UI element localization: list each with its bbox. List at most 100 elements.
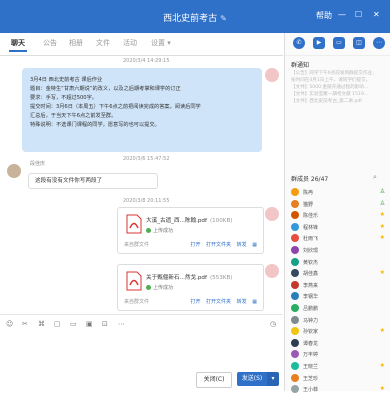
member-item[interactable]: 马钟力 — [291, 315, 387, 326]
group-notice-title: 群通知 — [291, 62, 310, 69]
notice-line: 按时间在4月1日上午。请同学们提交。 — [291, 78, 371, 83]
send-button[interactable]: 发送(S) — [237, 372, 267, 386]
app-icon[interactable]: ◫ — [353, 37, 365, 49]
open-link[interactable]: 打开 — [190, 299, 200, 305]
more-icon[interactable]: ⋯ — [118, 320, 128, 329]
member-item[interactable]: 王小菲 ★ — [291, 384, 387, 395]
member-item[interactable]: 吕鹏鹏 — [291, 303, 387, 314]
tools-icon[interactable]: ⊡ — [102, 320, 112, 329]
timestamp: 2020/3/6 15:47:52 — [123, 156, 170, 162]
maximize-icon[interactable]: ☐ — [355, 10, 362, 19]
input-toolbar: ☺ ✂ ⌘ ▢ ▭ ▣ ⊡ ⋯ ◷ — [0, 314, 283, 335]
message-input[interactable]: 关闭(C) 发送(S) ▾ — [0, 335, 283, 391]
file-actions: 打开 打开文件夹 转发 ▦ — [186, 241, 257, 248]
member-name: 陈冉 — [303, 190, 314, 196]
group-notice[interactable]: 【公告】同学下午6点前发到群提交作业， 按时间在4月1日上午。请同学们提交。 【… — [291, 70, 387, 105]
forward-link[interactable]: 转发 — [237, 299, 247, 305]
chat-area[interactable]: 2020/3/4 14:29:15 3月4日 西北史前考古 课后作业 题目：金特… — [0, 56, 283, 314]
member-name: 李燕来 — [303, 282, 319, 289]
avatar[interactable] — [265, 264, 279, 278]
members-title: 群成员 26/47 — [291, 176, 329, 183]
avatar — [291, 257, 299, 266]
more-icon[interactable]: ▦ — [252, 299, 257, 305]
tab-settings[interactable]: 设置 ▾ — [151, 38, 171, 48]
file-name: 关于甄偃新石...然戈.pdf (553KB) — [146, 275, 233, 281]
avatar — [291, 304, 299, 312]
avatar — [291, 211, 299, 220]
tab-announcement[interactable]: 公告 — [43, 38, 57, 48]
member-item[interactable]: 李燕来 — [291, 280, 387, 291]
star-icon: ★ — [379, 211, 385, 219]
msg-line: 3月4日 西北史前考古 课后作业 — [30, 77, 103, 83]
msg-line: 题目：金特生“甘肃六期说”的改义，以及之后期考掌和课学的订正 — [30, 86, 181, 92]
edit-icon[interactable]: ✎ — [220, 14, 227, 23]
member-item[interactable]: 王晓兰 ★ — [291, 361, 387, 372]
screen-icon[interactable]: ▣ — [86, 320, 96, 329]
forward-link[interactable]: 转发 — [237, 242, 247, 248]
file-message[interactable]: 大溪_古遗_西...陈翰.pdf (100KB) 上传成功 来自群文件 打开 打开… — [117, 207, 264, 254]
image-icon[interactable]: ▭ — [70, 320, 80, 329]
avatar — [291, 327, 299, 336]
tab-chat[interactable]: 聊天 — [9, 38, 27, 52]
member-name: 王芝珍 — [303, 375, 319, 382]
file-size: (553KB) — [209, 275, 233, 281]
member-item[interactable]: 李钢华 — [291, 291, 387, 302]
avatar — [291, 188, 299, 196]
member-item[interactable]: 万丰婷 — [291, 349, 387, 360]
member-item[interactable]: 程林锋 ★ — [291, 222, 387, 233]
member-name: 程林锋 — [303, 224, 319, 231]
search-icon[interactable]: ⌕ — [373, 173, 377, 182]
tab-album[interactable]: 相册 — [69, 38, 83, 48]
member-item[interactable]: 陈冉 ♙ — [291, 187, 387, 198]
avatar[interactable] — [265, 207, 279, 221]
member-name: 猫野 — [303, 201, 314, 208]
tab-files[interactable]: 文件 — [96, 38, 110, 48]
phone-icon[interactable]: ✆ — [293, 37, 305, 49]
member-name: 王小菲 — [303, 387, 319, 394]
gift-icon[interactable]: ⌘ — [38, 320, 48, 329]
avatar — [291, 385, 299, 394]
tab-bar: 聊天 公告 相册 文件 活动 设置 ▾ — [0, 33, 283, 56]
member-item[interactable]: 猫野 ♙ — [291, 199, 387, 210]
open-link[interactable]: 打开 — [190, 242, 200, 248]
member-item[interactable]: 胡佳鑫 ★ — [291, 268, 387, 279]
message-bubble-other[interactable]: 这段有没有文件你写两段了 — [28, 173, 158, 189]
avatar[interactable] — [7, 164, 21, 178]
msg-line: 汇总后，于当天下午6点之前发至群。 — [30, 113, 117, 119]
timestamp: 2020/3/4 14:29:15 — [123, 58, 170, 64]
msg-line: 要求：手写，不超过500字。 — [30, 95, 97, 101]
help-icon[interactable]: 帮助 — [316, 10, 332, 21]
send-options-button[interactable]: ▾ — [267, 372, 279, 386]
video-icon[interactable]: ▶ — [313, 37, 325, 49]
avatar — [291, 222, 299, 231]
member-name: 王晓兰 — [303, 364, 319, 370]
open-folder-link[interactable]: 打开文件夹 — [206, 242, 231, 248]
tab-activity[interactable]: 活动 — [123, 38, 137, 48]
emoji-icon[interactable]: ☺ — [6, 320, 16, 329]
member-item[interactable]: 刘欣璟 — [291, 245, 387, 256]
history-icon[interactable]: ◷ — [270, 320, 280, 329]
avatar[interactable] — [265, 68, 279, 82]
open-folder-link[interactable]: 打开文件夹 — [206, 299, 231, 305]
member-item[interactable]: 谭春龙 — [291, 338, 387, 349]
message-bubble-self[interactable]: 3月4日 西北史前考古 课后作业 题目：金特生“甘肃六期说”的改义，以及之后期考… — [22, 68, 262, 152]
avatar — [291, 315, 299, 324]
member-item[interactable]: 陈佳乐 ★ — [291, 210, 387, 221]
avatar — [291, 199, 299, 208]
close-icon[interactable]: ✕ — [373, 10, 380, 19]
screenshot-icon[interactable]: ✂ — [22, 320, 32, 329]
folder-icon[interactable]: ▢ — [54, 320, 64, 329]
file-message[interactable]: 关于甄偃新石...然戈.pdf (553KB) 上传成功 来自群文件 打开 打开文… — [117, 264, 264, 311]
member-item[interactable]: 黄钦杰 — [291, 257, 387, 268]
more-icon[interactable]: ⋯ — [373, 37, 385, 49]
title-bar: 西北史前考古 ✎ 帮助 — ☐ ✕ — [0, 0, 390, 33]
member-name: 孙钦家 — [303, 329, 319, 336]
screen-share-icon[interactable]: ▭ — [333, 37, 345, 49]
member-item[interactable]: 杜雨飞 ★ — [291, 233, 387, 244]
more-icon[interactable]: ▦ — [252, 242, 257, 248]
close-button[interactable]: 关闭(C) — [196, 372, 232, 388]
minimize-icon[interactable]: — — [338, 10, 346, 19]
member-item[interactable]: 王芝珍 — [291, 373, 387, 384]
member-item[interactable]: 孙钦家 ★ — [291, 326, 387, 337]
homework-message: 3月4日 西北史前考古 课后作业 题目：金特生“甘肃六期说”的改义，以及之后期考… — [30, 76, 201, 130]
